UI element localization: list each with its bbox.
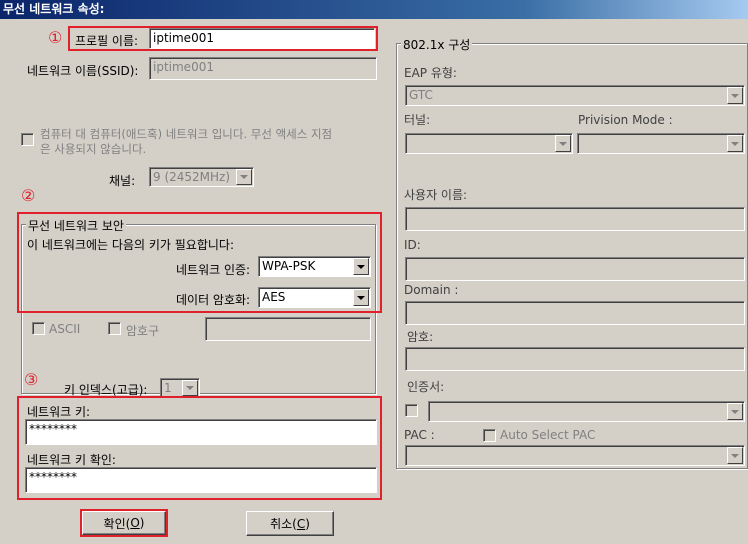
cancel-label-end: ) — [305, 516, 310, 531]
tunnel-arrow[interactable] — [555, 135, 571, 152]
chevron-down-icon — [731, 93, 739, 98]
cancel-accesskey: C — [296, 516, 306, 531]
ok-label-end: ) — [139, 516, 145, 530]
passphrase-checkbox[interactable] — [108, 322, 121, 335]
chevron-down-icon — [731, 409, 739, 414]
certificate-dropdown[interactable] — [428, 401, 745, 422]
tunnel-label: 터널: — [404, 113, 431, 127]
eap-type-label: EAP 유형: — [404, 66, 457, 80]
domain-input[interactable] — [405, 301, 745, 325]
ok-label: 확인( — [103, 516, 131, 531]
certificate-label: 인증서: — [407, 380, 445, 394]
enc-dropdown[interactable]: AES — [258, 287, 371, 308]
enc-arrow[interactable] — [353, 289, 369, 306]
ssid-input[interactable]: iptime001 — [149, 57, 377, 80]
chevron-down-icon — [357, 264, 365, 269]
adhoc-label-line1: 컴퓨터 대 컴퓨터(애드혹) 네트워크 입니다. 무선 액세스 지점 — [40, 127, 333, 141]
eap-legend: 802.1x 구성 — [401, 36, 473, 53]
security-note: 이 네트워크에는 다음의 키가 필요합니다: — [27, 238, 234, 252]
key-index-value: 1 — [164, 381, 172, 395]
channel-value: 9 (2452MHz) — [153, 170, 231, 184]
confirm-key-input[interactable]: ******** — [25, 467, 377, 493]
auth-value: WPA-PSK — [262, 259, 316, 273]
certificate-checkbox[interactable] — [405, 404, 418, 417]
pac-arrow[interactable] — [727, 447, 743, 464]
profile-name-label: 프로필 이름: — [75, 34, 139, 48]
channel-arrow[interactable] — [236, 169, 252, 185]
enc-label: 데이터 암호화: — [176, 293, 251, 307]
ascii-checkbox[interactable] — [32, 322, 45, 335]
ascii-label: ASCII — [49, 322, 81, 336]
eap-type-value: GTC — [409, 88, 433, 102]
auto-pac-checkbox[interactable] — [483, 429, 496, 442]
id-input[interactable] — [405, 257, 745, 281]
eap-type-arrow[interactable] — [727, 87, 743, 104]
security-legend: 무선 네트워크 보안 — [26, 217, 126, 234]
id-label: ID: — [404, 238, 421, 252]
cancel-button[interactable]: 취소(C) — [246, 511, 334, 536]
adhoc-label-line2: 은 사용되지 않습니다. — [40, 142, 147, 156]
username-input[interactable] — [405, 207, 745, 231]
network-key-input[interactable]: ******** — [25, 419, 377, 445]
annotation-one: ① — [48, 28, 63, 47]
cancel-label: 취소( — [270, 517, 297, 531]
domain-label: Domain : — [404, 283, 459, 297]
enc-value: AES — [262, 290, 286, 304]
provision-arrow[interactable] — [727, 135, 743, 152]
username-label: 사용자 이름: — [404, 188, 468, 202]
eap-type-dropdown[interactable]: GTC — [405, 85, 745, 106]
profile-name-input[interactable]: iptime001 — [149, 28, 375, 49]
certificate-arrow[interactable] — [727, 403, 743, 420]
tunnel-dropdown[interactable] — [405, 133, 573, 154]
ssid-label: 네트워크 이름(SSID): — [27, 64, 139, 78]
passphrase-label: 암호구 — [126, 324, 160, 338]
chevron-down-icon — [240, 175, 248, 179]
provision-dropdown[interactable] — [577, 133, 745, 154]
chevron-down-icon — [186, 386, 194, 390]
passphrase-input[interactable] — [205, 317, 371, 341]
auth-arrow[interactable] — [353, 258, 369, 275]
chevron-down-icon — [731, 453, 739, 458]
key-index-dropdown[interactable]: 1 — [160, 378, 200, 398]
key-index-arrow[interactable] — [182, 380, 198, 396]
annotation-three: ③ — [24, 370, 39, 389]
auth-label: 네트워크 인증: — [176, 263, 251, 277]
annotation-two: ② — [21, 186, 36, 205]
chevron-down-icon — [357, 295, 365, 300]
chevron-down-icon — [559, 141, 567, 146]
channel-dropdown[interactable]: 9 (2452MHz) — [149, 167, 254, 187]
ok-accesskey: O — [130, 516, 140, 530]
window-title: 무선 네트워크 속성: — [0, 0, 748, 19]
channel-label: 채널: — [109, 174, 136, 188]
pac-label: PAC : — [404, 428, 435, 442]
auth-dropdown[interactable]: WPA-PSK — [258, 256, 371, 277]
pac-dropdown[interactable] — [405, 445, 745, 466]
confirm-key-label: 네트워크 키 확인: — [27, 453, 116, 467]
password-input[interactable] — [405, 347, 745, 371]
password-label: 암호: — [407, 330, 434, 344]
adhoc-checkbox[interactable] — [21, 133, 34, 146]
chevron-down-icon — [731, 141, 739, 146]
ok-button[interactable]: 확인(O) — [82, 511, 166, 535]
provision-label: Privision Mode : — [578, 113, 673, 127]
auto-pac-label: Auto Select PAC — [500, 428, 596, 442]
network-key-label: 네트워크 키: — [27, 405, 91, 419]
